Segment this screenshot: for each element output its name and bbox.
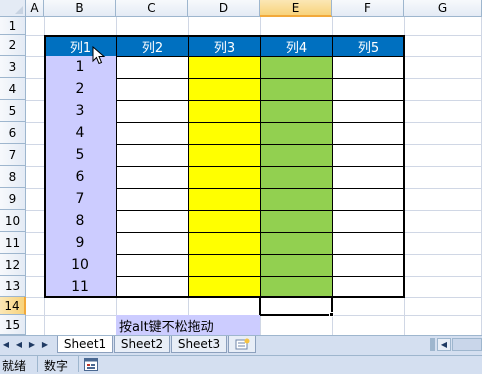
status-divider xyxy=(78,356,79,372)
column-header-g[interactable]: G xyxy=(404,0,482,17)
first-sheet-icon[interactable]: ◀ xyxy=(1,338,11,350)
mouse-pointer-icon xyxy=(92,46,106,65)
row-header-11[interactable]: 11 xyxy=(0,232,26,254)
tab-sheet3[interactable]: Sheet3 xyxy=(171,336,227,353)
macro-record-icon[interactable] xyxy=(84,358,98,371)
row-header-13[interactable]: 13 xyxy=(0,276,26,297)
select-all-corner[interactable] xyxy=(0,0,26,17)
fill-handle[interactable] xyxy=(329,312,334,317)
status-divider xyxy=(37,356,38,372)
row-header-5[interactable]: 5 xyxy=(0,100,26,122)
row-header-15[interactable]: 15 xyxy=(0,315,26,335)
insert-sheet-icon[interactable] xyxy=(228,336,256,353)
column-header-b[interactable]: B xyxy=(44,0,116,17)
row-header-12[interactable]: 12 xyxy=(0,254,26,276)
new-sheet-icon xyxy=(235,338,250,350)
tab-sheet1[interactable]: Sheet1 xyxy=(57,336,113,353)
row-header-6[interactable]: 6 xyxy=(0,122,26,144)
active-cell-e14[interactable] xyxy=(259,296,333,316)
row-header-2[interactable]: 2 xyxy=(0,35,26,56)
column-header-f[interactable]: F xyxy=(332,0,404,17)
note-cell[interactable]: 按alt键不松拖动 xyxy=(116,315,260,335)
scroll-left-icon[interactable]: ◀ xyxy=(437,338,451,351)
row-header-7[interactable]: 7 xyxy=(0,144,26,166)
prev-sheet-icon[interactable]: ◀ xyxy=(14,338,24,350)
row-header-4[interactable]: 4 xyxy=(0,78,26,100)
row-header-9[interactable]: 9 xyxy=(0,188,26,210)
status-ready: 就绪 xyxy=(2,359,27,373)
tab-split-handle[interactable] xyxy=(430,338,435,351)
column-header-a[interactable]: A xyxy=(26,0,44,17)
row-header-10[interactable]: 10 xyxy=(0,210,26,232)
row-header-3[interactable]: 3 xyxy=(0,56,26,78)
status-bar xyxy=(0,355,482,374)
column-header-c[interactable]: C xyxy=(116,0,188,17)
row-header-14[interactable]: 14 xyxy=(0,297,26,315)
table-outer-border xyxy=(44,35,405,298)
status-mode: 数字 xyxy=(44,359,69,373)
last-sheet-icon[interactable]: ▶ xyxy=(40,338,50,350)
horizontal-scrollbar[interactable] xyxy=(452,338,482,351)
column-header-d[interactable]: D xyxy=(188,0,260,17)
tab-sheet2[interactable]: Sheet2 xyxy=(114,336,170,353)
column-header-e[interactable]: E xyxy=(260,0,332,17)
row-header-1[interactable]: 1 xyxy=(0,17,26,35)
row-header-8[interactable]: 8 xyxy=(0,166,26,188)
next-sheet-icon[interactable]: ▶ xyxy=(27,338,37,350)
